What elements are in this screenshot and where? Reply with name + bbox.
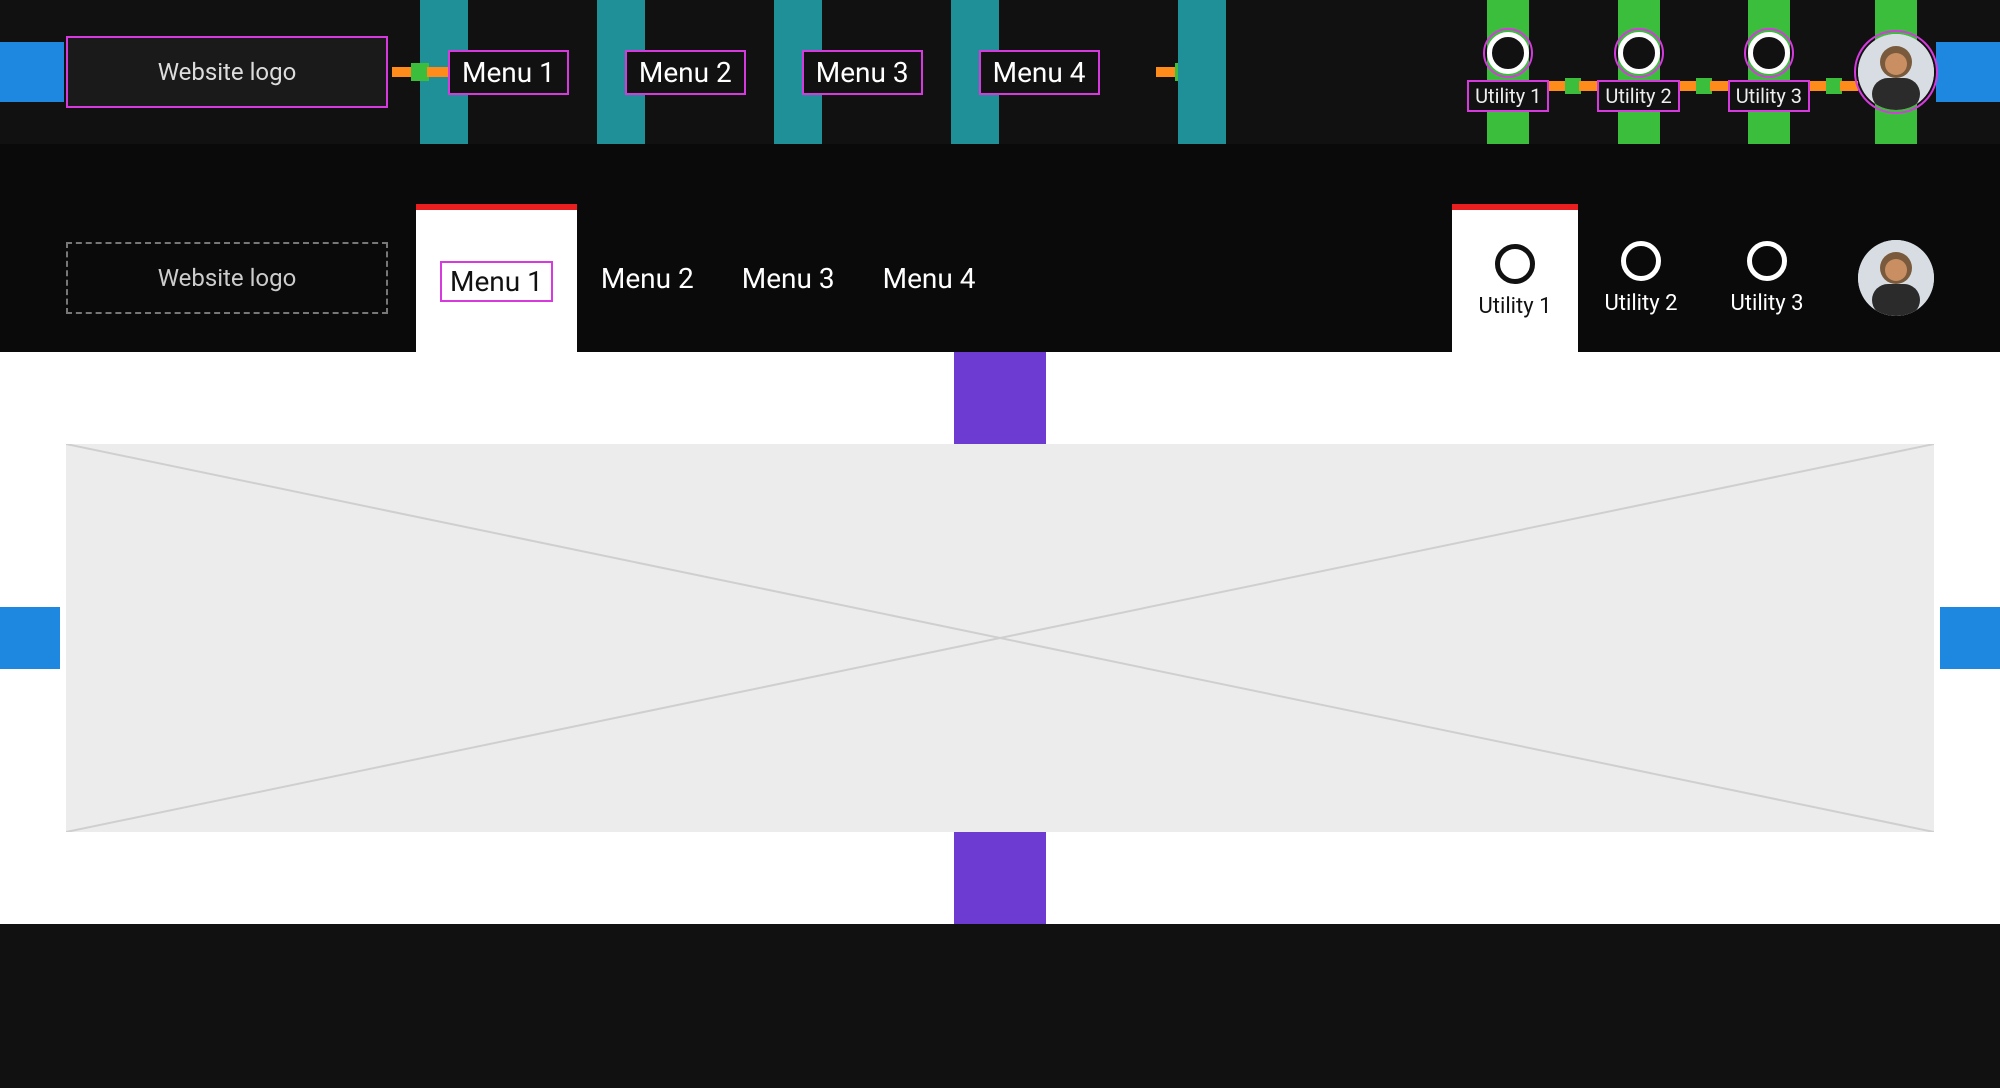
main-menu: Menu 1 Menu 2 Menu 3 Menu 4 bbox=[416, 204, 1000, 352]
annotated-avatar-wrap bbox=[1858, 0, 1934, 144]
logo-label: Website logo bbox=[158, 58, 297, 86]
separator bbox=[0, 144, 2000, 204]
tab-menu-3[interactable]: Menu 3 bbox=[718, 204, 859, 352]
avatar-icon bbox=[1858, 240, 1934, 316]
hug-connector-icon bbox=[1810, 81, 1858, 91]
circle-icon bbox=[1495, 244, 1535, 284]
menu-label: Menu 4 bbox=[993, 56, 1086, 89]
utility-3[interactable]: Utility 3 bbox=[1704, 204, 1830, 352]
logo-placeholder[interactable]: Website logo bbox=[66, 36, 388, 108]
utility-label: Utility 2 bbox=[1597, 80, 1679, 112]
utility-menu: Utility 1 Utility 2 Utility 3 bbox=[1452, 204, 1830, 352]
annotated-main-menu: Menu 1 Menu 2 Menu 3 Menu 4 bbox=[448, 0, 1156, 144]
tab-label: Menu 1 bbox=[440, 261, 553, 302]
fill-indicator-right-icon bbox=[1936, 42, 2000, 102]
utility-label: Utility 3 bbox=[1728, 80, 1810, 112]
hero-placeholder bbox=[66, 444, 1934, 832]
annotated-nav: Website logo Menu 1 Menu 2 Menu 3 Menu 4… bbox=[0, 0, 2000, 144]
menu-label: Menu 2 bbox=[639, 56, 732, 89]
circle-icon bbox=[1621, 241, 1661, 281]
tab-menu-2[interactable]: Menu 2 bbox=[577, 204, 718, 352]
footer-area bbox=[0, 924, 2000, 1088]
utility-label: Utility 1 bbox=[1479, 294, 1552, 319]
utility-2[interactable]: Utility 2 bbox=[1578, 204, 1704, 352]
tab-menu-4[interactable]: Menu 4 bbox=[859, 204, 1000, 352]
tab-label: Menu 2 bbox=[601, 262, 694, 295]
fill-indicator-right-icon bbox=[1940, 607, 2000, 669]
utility-label: Utility 2 bbox=[1605, 291, 1678, 316]
hug-connector-icon bbox=[1680, 81, 1728, 91]
circle-icon bbox=[1618, 32, 1660, 74]
logo-label: Website logo bbox=[158, 264, 297, 292]
fixed-spacing-bottom-icon bbox=[954, 832, 1046, 924]
menu-label: Menu 3 bbox=[816, 56, 909, 89]
hug-connector-icon bbox=[1549, 81, 1597, 91]
annotated-menu-wrap: Menu 4 bbox=[979, 0, 1156, 144]
annotated-menu-2[interactable]: Menu 2 bbox=[625, 50, 746, 95]
annotated-utility-menu: Utility 1 Utility 2 Utility 3 bbox=[1467, 0, 1934, 144]
circle-icon bbox=[1748, 32, 1790, 74]
annotated-utility-2[interactable]: Utility 2 bbox=[1597, 0, 1679, 144]
tab-label: Menu 4 bbox=[883, 262, 976, 295]
logo-placeholder[interactable]: Website logo bbox=[66, 242, 388, 314]
placeholder-x-icon bbox=[66, 444, 1934, 832]
tab-label: Menu 3 bbox=[742, 262, 835, 295]
avatar-icon bbox=[1858, 34, 1934, 110]
utility-label: Utility 3 bbox=[1731, 291, 1804, 316]
main-nav: Website logo Menu 1 Menu 2 Menu 3 Menu 4… bbox=[0, 204, 2000, 352]
fill-indicator-left-icon bbox=[0, 42, 64, 102]
tab-menu-1[interactable]: Menu 1 bbox=[416, 204, 577, 352]
avatar[interactable] bbox=[1858, 34, 1934, 110]
annotated-utility-1[interactable]: Utility 1 bbox=[1467, 0, 1549, 144]
menu-label: Menu 1 bbox=[462, 56, 555, 89]
hug-connector-icon bbox=[1156, 67, 1212, 77]
annotated-utility-3[interactable]: Utility 3 bbox=[1728, 0, 1810, 144]
avatar[interactable] bbox=[1858, 240, 1934, 316]
fill-indicator-left-icon bbox=[0, 607, 60, 669]
annotated-menu-4[interactable]: Menu 4 bbox=[979, 50, 1100, 95]
circle-icon bbox=[1747, 241, 1787, 281]
page-body bbox=[0, 352, 2000, 924]
annotated-menu-3[interactable]: Menu 3 bbox=[802, 50, 923, 95]
annotated-menu-1[interactable]: Menu 1 bbox=[448, 50, 569, 95]
hug-connector-icon bbox=[392, 67, 448, 77]
utility-1[interactable]: Utility 1 bbox=[1452, 204, 1578, 352]
fixed-spacing-top-icon bbox=[954, 352, 1046, 444]
circle-icon bbox=[1487, 32, 1529, 74]
utility-label: Utility 1 bbox=[1467, 80, 1549, 112]
